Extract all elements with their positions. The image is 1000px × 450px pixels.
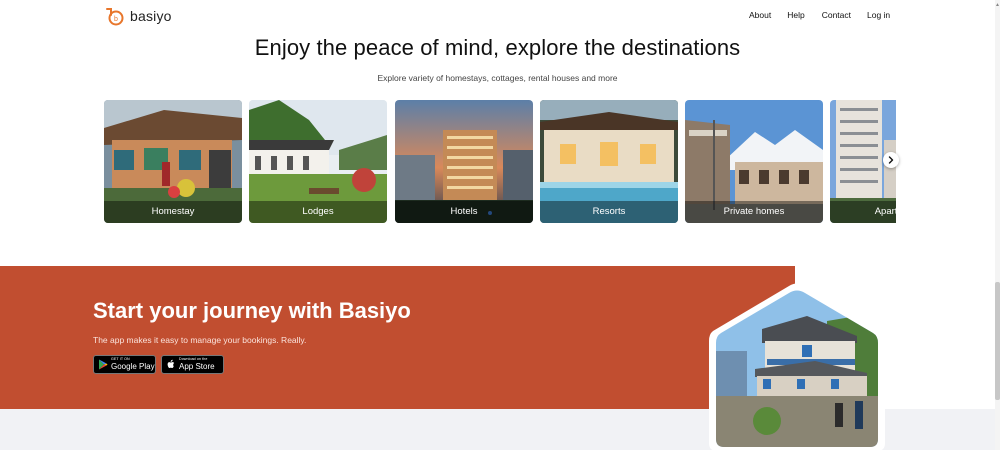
category-label: Apartments [830, 201, 896, 223]
google-play-button[interactable]: GET IT ON Google Play [93, 355, 156, 374]
category-carousel: Homestay Lodges Hotels Resorts Private h… [104, 100, 896, 224]
nav-login[interactable]: Log in [867, 10, 890, 20]
promo-subtitle: The app makes it easy to manage your boo… [93, 335, 307, 345]
category-card-private-homes[interactable]: Private homes [685, 100, 823, 223]
apple-icon [167, 359, 175, 368]
logo[interactable]: b basiyo [104, 6, 172, 26]
carousel-next-button[interactable] [883, 152, 899, 168]
scrollbar-thumb[interactable] [995, 282, 1000, 400]
category-card-hotels[interactable]: Hotels [395, 100, 533, 223]
category-label: Private homes [685, 201, 823, 223]
category-card-resorts[interactable]: Resorts [540, 100, 678, 223]
hero-subtitle: Explore variety of homestays, cottages, … [377, 73, 618, 83]
nav-contact[interactable]: Contact [822, 10, 851, 20]
logo-icon: b [106, 8, 124, 26]
app-store-label: App Store [179, 361, 215, 371]
google-play-icon [99, 359, 108, 370]
promo-house-image [709, 283, 885, 450]
nav-help[interactable]: Help [787, 10, 804, 20]
category-card-homestay[interactable]: Homestay [104, 100, 242, 223]
hero-title: Enjoy the peace of mind, explore the des… [254, 35, 741, 60]
top-navbar: b basiyo About Help Contact Log in [0, 0, 995, 32]
chevron-right-icon [888, 156, 894, 164]
category-card-lodges[interactable]: Lodges [249, 100, 387, 223]
main-nav: About Help Contact Log in [749, 10, 890, 20]
category-label: Resorts [540, 201, 678, 223]
category-label: Hotels [395, 201, 533, 223]
promo-title: Start your journey with Basiyo [93, 298, 411, 323]
app-store-button[interactable]: Download on the App Store [161, 355, 224, 374]
svg-text:b: b [114, 16, 118, 23]
logo-text: basiyo [130, 8, 172, 24]
category-label: Lodges [249, 201, 387, 223]
nav-about[interactable]: About [749, 10, 771, 20]
scroll-up-icon[interactable]: ▲ [995, 2, 1000, 8]
google-play-label: Google Play [111, 361, 155, 371]
category-label: Homestay [104, 201, 242, 223]
